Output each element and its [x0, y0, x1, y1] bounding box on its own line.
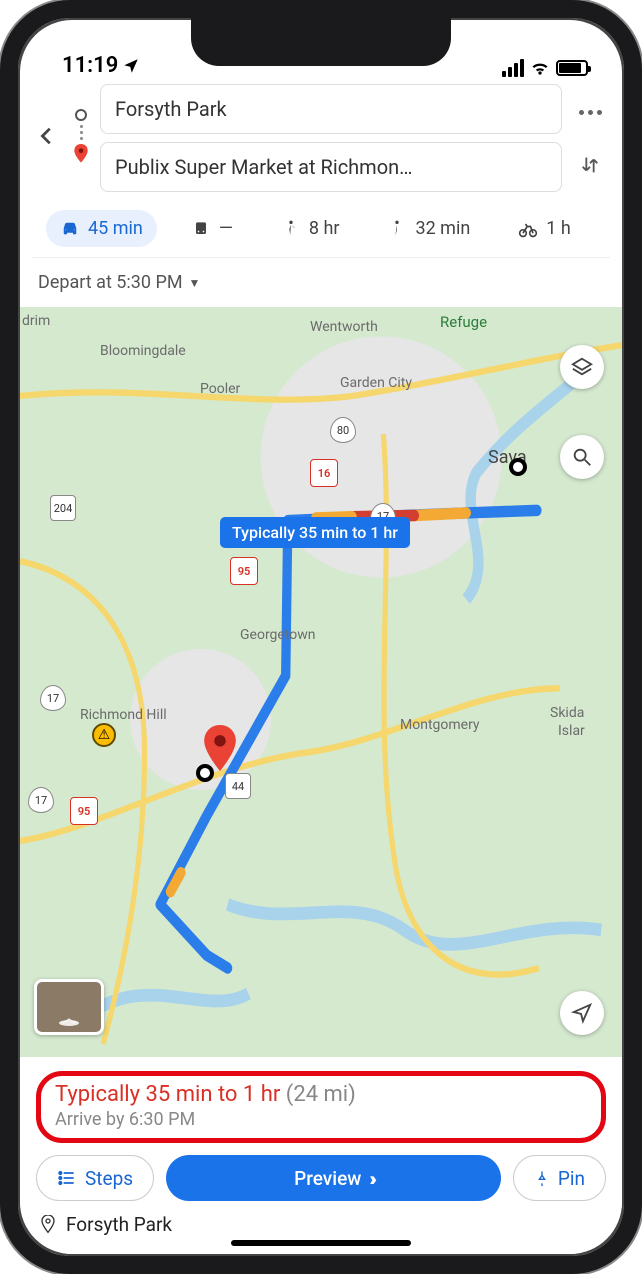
mode-walk[interactable]: 8 hr — [267, 210, 354, 247]
route-distance: (24 mi) — [286, 1082, 356, 1107]
mode-bike[interactable]: 1 h — [504, 210, 585, 247]
route-markers — [70, 109, 92, 168]
back-button[interactable] — [36, 125, 58, 151]
map-label: Montgomery — [400, 717, 480, 733]
route-time: Typically 35 min to 1 hr — [55, 1082, 280, 1107]
more-options-button[interactable] — [579, 96, 602, 129]
arrive-by: Arrive by 6:30 PM — [55, 1109, 587, 1130]
map-label: Georgetown — [240, 627, 316, 643]
home-indicator[interactable] — [231, 1240, 411, 1246]
layers-button[interactable] — [560, 345, 604, 389]
highlighted-time-info: Typically 35 min to 1 hr (24 mi) Arrive … — [36, 1071, 606, 1143]
map-label: Wentworth — [310, 319, 378, 335]
us-shield: 17 — [40, 685, 66, 711]
interstate-shield: 16 — [310, 459, 338, 487]
destination-pin-icon — [73, 144, 89, 168]
steps-button[interactable]: Steps — [36, 1155, 154, 1201]
origin-input[interactable]: Forsyth Park — [100, 84, 562, 134]
preview-label: Preview — [294, 1167, 361, 1190]
interstate-shield: 95 — [70, 797, 98, 825]
mode-transit-label: — — [219, 218, 233, 239]
mode-rideshare-label: 32 min — [415, 218, 470, 239]
route-time-tooltip: Typically 35 min to 1 hr — [220, 517, 410, 548]
next-destination-row[interactable]: Forsyth Park — [36, 1201, 606, 1236]
mode-walk-label: 8 hr — [309, 218, 340, 239]
route-summary-card: Typically 35 min to 1 hr (24 mi) Arrive … — [20, 1057, 622, 1254]
state-shield: 44 — [225, 773, 251, 799]
directions-header: Forsyth Park Publix Super Market at Rich… — [20, 80, 622, 258]
travel-mode-tabs: 45 min — 8 hr 32 min — [32, 192, 610, 258]
location-services-icon — [122, 57, 140, 75]
chevrons-right-icon: ›› — [369, 1167, 373, 1190]
origin-marker — [509, 458, 527, 476]
map-label: Garden City — [340, 375, 412, 391]
destination-input[interactable]: Publix Super Market at Richmon… — [100, 142, 562, 192]
hazard-icon: ⚠ — [92, 723, 116, 747]
map-label: Refuge — [440, 313, 487, 331]
destination-pin — [202, 725, 238, 775]
streetview-thumbnail[interactable] — [34, 979, 104, 1035]
caret-down-icon: ▼ — [189, 276, 201, 290]
map-label: Pooler — [200, 381, 240, 397]
battery-icon — [556, 60, 588, 76]
map-label: drim — [22, 313, 50, 329]
recenter-button[interactable] — [560, 991, 604, 1035]
map-canvas[interactable]: drim Wentworth Refuge Bloomingdale Poole… — [20, 307, 622, 1057]
pin-button[interactable]: Pin — [513, 1155, 606, 1201]
map-label: Richmond Hill — [80, 707, 167, 723]
interstate-shield: 95 — [230, 557, 258, 585]
depart-time-button[interactable]: Depart at 5:30 PM ▼ — [20, 258, 622, 307]
mode-drive[interactable]: 45 min — [46, 210, 157, 247]
swap-button[interactable] — [579, 154, 601, 180]
us-shield: 17 — [28, 787, 54, 813]
origin-dot-icon — [75, 109, 87, 121]
pin-label: Pin — [558, 1167, 585, 1190]
next-destination-label: Forsyth Park — [66, 1213, 172, 1236]
mode-bike-label: 1 h — [546, 218, 571, 239]
mode-drive-label: 45 min — [88, 218, 143, 239]
status-time: 11:19 — [62, 53, 118, 78]
mode-rideshare[interactable]: 32 min — [373, 210, 484, 247]
wifi-icon — [530, 58, 550, 78]
phone-frame: 11:19 — [0, 0, 642, 1274]
mode-transit[interactable]: — — [177, 210, 247, 247]
notch — [191, 16, 451, 66]
depart-time-label: Depart at 5:30 PM — [38, 272, 183, 293]
map-label: Skida — [550, 705, 584, 721]
search-map-button[interactable] — [560, 435, 604, 479]
map-label: Islar — [558, 723, 585, 739]
steps-label: Steps — [85, 1167, 133, 1190]
map-label: Bloomingdale — [100, 343, 186, 359]
us-shield: 80 — [330, 417, 356, 443]
cell-signal-icon — [502, 59, 524, 77]
state-shield: 204 — [50, 495, 76, 521]
preview-button[interactable]: Preview ›› — [166, 1155, 501, 1201]
